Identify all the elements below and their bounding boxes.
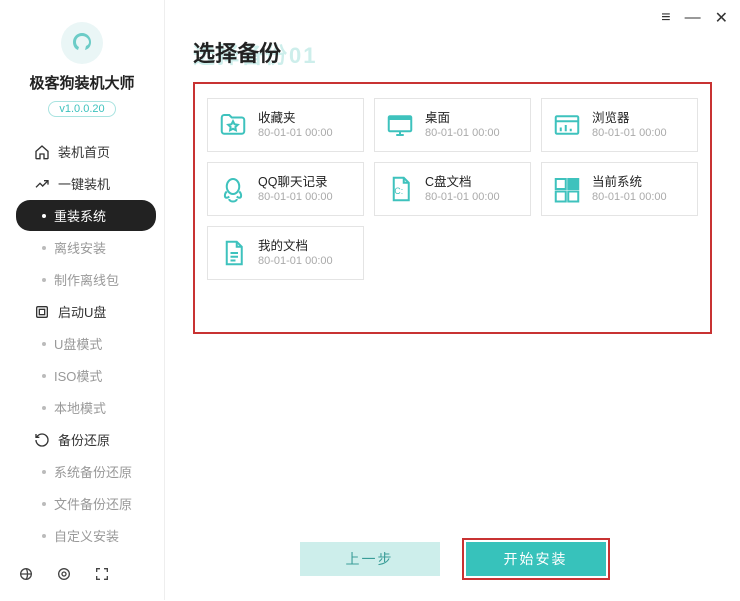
app-logo-icon	[61, 22, 103, 64]
backup-card[interactable]: QQ聊天记录80-01-01 00:00	[207, 162, 364, 216]
nav-boot-usb[interactable]: 启动U盘	[16, 296, 156, 327]
card-text: 当前系统80-01-01 00:00	[592, 174, 667, 205]
bullet-icon	[42, 214, 46, 218]
card-date: 80-01-01 00:00	[592, 190, 667, 204]
nav-usb-mode[interactable]: U盘模式	[16, 328, 156, 359]
nav-make-offline[interactable]: 制作离线包	[16, 264, 156, 295]
card-date: 80-01-01 00:00	[258, 254, 333, 268]
card-title: QQ聊天记录	[258, 174, 333, 190]
nav-make-offline-label: 制作离线包	[54, 270, 119, 289]
nav-backup-restore-label: 备份还原	[58, 430, 110, 449]
card-text: 收藏夹80-01-01 00:00	[258, 110, 333, 141]
card-date: 80-01-01 00:00	[592, 126, 667, 140]
nav-reinstall[interactable]: 重装系统	[16, 200, 156, 231]
nav-boot-usb-label: 启动U盘	[58, 302, 106, 321]
nav-offline-install[interactable]: 离线安装	[16, 232, 156, 263]
app-name: 极客狗装机大师	[0, 72, 164, 93]
backup-card[interactable]: C: C盘文档80-01-01 00:00	[374, 162, 531, 216]
nav-iso-mode[interactable]: ISO模式	[16, 360, 156, 391]
card-text: C盘文档80-01-01 00:00	[425, 174, 500, 205]
nav-custom-install[interactable]: 自定义安装	[16, 520, 156, 551]
card-text: 浏览器80-01-01 00:00	[592, 110, 667, 141]
backup-grid: 收藏夹80-01-01 00:00桌面80-01-01 00:00浏览器80-0…	[207, 98, 698, 280]
nav-onekey-label: 一键装机	[58, 174, 110, 193]
main: 选择备份01 选择备份 收藏夹80-01-01 00:00桌面80-01-01 …	[165, 0, 740, 600]
bullet-icon	[42, 534, 46, 538]
fullscreen-icon[interactable]	[94, 566, 110, 587]
bullet-icon	[42, 374, 46, 378]
bullet-icon	[42, 502, 46, 506]
bullet-icon	[42, 406, 46, 410]
backup-grid-highlight: 收藏夹80-01-01 00:00桌面80-01-01 00:00浏览器80-0…	[193, 82, 712, 334]
card-date: 80-01-01 00:00	[425, 126, 500, 140]
nav-backup-restore[interactable]: 备份还原	[16, 424, 156, 455]
card-title: C盘文档	[425, 174, 500, 190]
card-text: QQ聊天记录80-01-01 00:00	[258, 174, 333, 205]
browser-icon	[552, 110, 582, 140]
app-version: v1.0.0.20	[48, 101, 115, 117]
restore-icon	[34, 432, 50, 448]
support-icon[interactable]	[56, 566, 72, 587]
desktop-icon	[385, 110, 415, 140]
nav-offline-install-label: 离线安装	[54, 238, 106, 257]
nav-usb-mode-label: U盘模式	[54, 334, 102, 353]
footer-buttons: 上一步 开始安装	[165, 542, 740, 576]
card-title: 浏览器	[592, 110, 667, 126]
nav: 装机首页 一键装机 重装系统 离线安装 制作离线包 启动U盘 U盘模式 ISO	[0, 135, 164, 552]
star-folder-icon	[218, 110, 248, 140]
nav-sys-backup-restore[interactable]: 系统备份还原	[16, 456, 156, 487]
nav-file-backup-restore-label: 文件备份还原	[54, 494, 132, 513]
ie-icon[interactable]	[18, 566, 34, 587]
prev-button[interactable]: 上一步	[300, 542, 440, 576]
card-title: 我的文档	[258, 238, 333, 254]
nav-file-backup-restore[interactable]: 文件备份还原	[16, 488, 156, 519]
nav-onekey[interactable]: 一键装机	[16, 168, 156, 199]
home-icon	[34, 144, 50, 160]
start-install-button[interactable]: 开始安装	[466, 542, 606, 576]
doc-icon	[218, 238, 248, 268]
nav-sys-backup-restore-label: 系统备份还原	[54, 462, 132, 481]
bullet-icon	[42, 470, 46, 474]
nav-custom-install-label: 自定义安装	[54, 526, 119, 545]
card-text: 我的文档80-01-01 00:00	[258, 238, 333, 269]
svg-text:C:: C:	[394, 186, 403, 196]
usb-icon	[34, 304, 50, 320]
card-title: 收藏夹	[258, 110, 333, 126]
cdoc-icon: C:	[385, 174, 415, 204]
backup-card[interactable]: 桌面80-01-01 00:00	[374, 98, 531, 152]
nav-local-mode[interactable]: 本地模式	[16, 392, 156, 423]
chart-icon	[34, 176, 50, 192]
card-text: 桌面80-01-01 00:00	[425, 110, 500, 141]
card-date: 80-01-01 00:00	[258, 190, 333, 204]
nav-home-label: 装机首页	[58, 142, 110, 161]
system-icon	[552, 174, 582, 204]
bottom-toolbar	[0, 552, 164, 601]
card-title: 桌面	[425, 110, 500, 126]
nav-home[interactable]: 装机首页	[16, 136, 156, 167]
nav-iso-mode-label: ISO模式	[54, 366, 102, 385]
nav-reinstall-label: 重装系统	[54, 206, 106, 225]
backup-card[interactable]: 我的文档80-01-01 00:00	[207, 226, 364, 280]
nav-local-mode-label: 本地模式	[54, 398, 106, 417]
card-date: 80-01-01 00:00	[425, 190, 500, 204]
backup-card[interactable]: 当前系统80-01-01 00:00	[541, 162, 698, 216]
card-title: 当前系统	[592, 174, 667, 190]
page-title: 选择备份	[193, 36, 712, 68]
bullet-icon	[42, 278, 46, 282]
bullet-icon	[42, 246, 46, 250]
backup-card[interactable]: 浏览器80-01-01 00:00	[541, 98, 698, 152]
card-date: 80-01-01 00:00	[258, 126, 333, 140]
bullet-icon	[42, 342, 46, 346]
sidebar: 极客狗装机大师 v1.0.0.20 装机首页 一键装机 重装系统 离线安装 制作…	[0, 0, 165, 600]
backup-card[interactable]: 收藏夹80-01-01 00:00	[207, 98, 364, 152]
qq-icon	[218, 174, 248, 204]
logo-block: 极客狗装机大师 v1.0.0.20	[0, 22, 164, 135]
